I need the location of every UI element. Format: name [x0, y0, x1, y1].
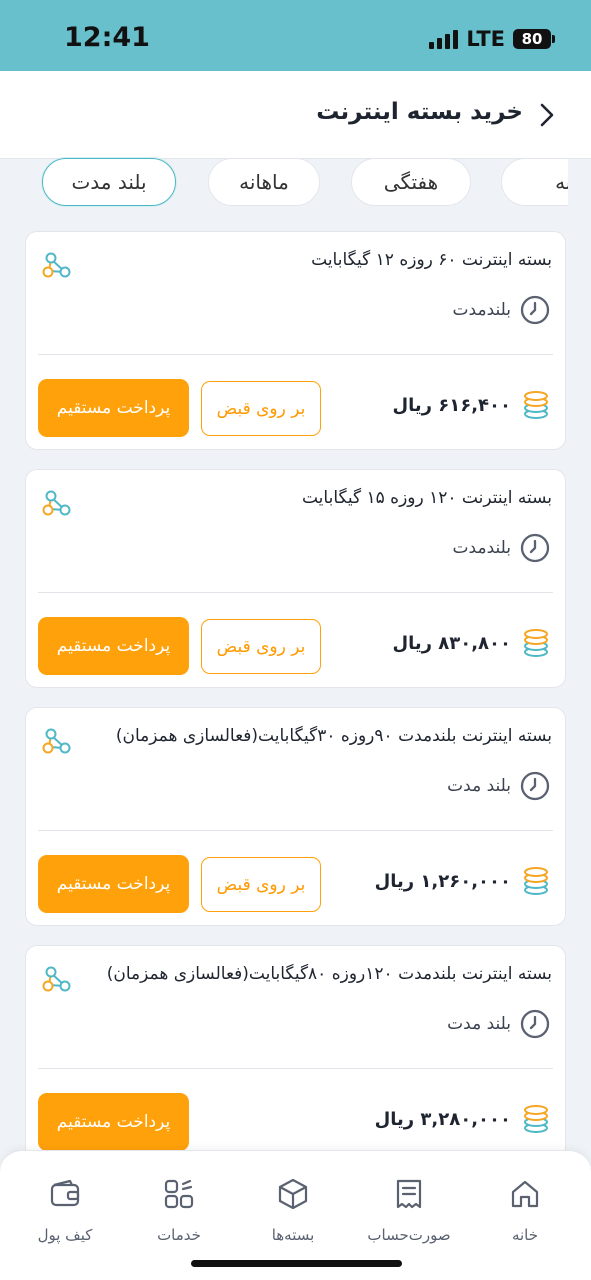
nav-label: خدمات: [157, 1226, 201, 1244]
home-icon: [511, 1180, 539, 1208]
pay-on-bill-button[interactable]: بر روی قبض: [201, 619, 321, 674]
chevron-right-icon: [540, 103, 554, 127]
price-label: ۱,۲۶۰,۰۰۰ ریال: [374, 870, 511, 892]
wallet-icon: [50, 1179, 80, 1207]
package-duration: بلند مدت: [447, 770, 551, 802]
package-card: بسته اینترنت ۱۲۰ روزه ۱۵ گیگابایت بلندمد…: [25, 469, 566, 688]
clock-icon: [520, 771, 550, 801]
nav-label: خانه: [511, 1226, 539, 1244]
direct-payment-button[interactable]: پرداخت مستقیم: [38, 855, 189, 913]
duration-label: بلندمدت: [452, 538, 511, 558]
tab-monthly[interactable]: ماهانه: [208, 158, 320, 206]
share-network-icon: [42, 966, 71, 992]
nav-label: بسته‌ها: [271, 1226, 315, 1244]
price-label: ۸۳۰,۸۰۰ ریال: [392, 632, 511, 654]
tab-weekly[interactable]: هفتگی: [351, 158, 471, 206]
nav-item-invoice[interactable]: صورت‌حساب: [354, 1177, 464, 1244]
coins-icon: [524, 629, 548, 657]
status-time: 12:41: [64, 22, 150, 53]
status-bar: 12:41 LTE 80: [0, 0, 591, 71]
invoice-icon: [396, 1179, 422, 1209]
divider: [38, 830, 553, 831]
package-price: ۱,۲۶۰,۰۰۰ ریال: [375, 866, 551, 896]
package-title: بسته اینترنت ۱۲۰ روزه ۱۵ گیگابایت: [301, 488, 552, 508]
package-duration: بلند مدت: [447, 1008, 551, 1040]
direct-payment-button[interactable]: پرداخت مستقیم: [38, 617, 189, 675]
share-network-icon: [42, 490, 71, 516]
back-button[interactable]: [533, 101, 561, 129]
battery-icon: 80: [513, 29, 555, 49]
clock-icon: [520, 533, 550, 563]
package-title: بسته اینترنت بلندمدت ۹۰روزه ۳۰گیگابایت(ف…: [115, 726, 552, 746]
divider: [38, 1068, 553, 1069]
services-grid-icon: [164, 1179, 194, 1209]
divider: [38, 354, 553, 355]
package-price: ۸۳۰,۸۰۰ ریال: [392, 628, 551, 658]
pay-on-bill-button[interactable]: بر روی قبض: [201, 381, 321, 436]
package-title: بسته اینترنت ۶۰ روزه ۱۲ گیگابایت: [311, 250, 552, 270]
coins-icon: [524, 1105, 548, 1133]
duration-label: بلند مدت: [447, 1014, 511, 1034]
divider: [38, 592, 553, 593]
share-network-icon: [42, 252, 71, 278]
coins-icon: [524, 391, 548, 419]
price-label: ۳,۲۸۰,۰۰۰ ریال: [374, 1108, 511, 1130]
battery-level: 80: [521, 30, 543, 48]
nav-item-wallet[interactable]: کیف پول: [10, 1177, 120, 1244]
clock-icon: [520, 1009, 550, 1039]
package-icon: [278, 1178, 308, 1210]
nav-label: صورت‌حساب: [367, 1226, 451, 1244]
package-price: ۶۱۶,۴۰۰ ریال: [392, 390, 551, 420]
direct-payment-button[interactable]: پرداخت مستقیم: [38, 1093, 189, 1151]
package-price: ۳,۲۸۰,۰۰۰ ریال: [375, 1104, 551, 1134]
tab-long-term[interactable]: بلند مدت: [42, 158, 176, 206]
nav-item-services[interactable]: خدمات: [124, 1177, 234, 1244]
package-card: بسته اینترنت بلندمدت ۹۰روزه ۳۰گیگابایت(ف…: [25, 707, 566, 926]
tab-daily[interactable]: روزانه: [501, 158, 568, 206]
pay-on-bill-button[interactable]: بر روی قبض: [201, 857, 321, 912]
package-duration: بلندمدت: [453, 294, 551, 326]
duration-tabs: بلند مدت ماهانه هفتگی روزانه: [24, 156, 568, 210]
duration-label: بلندمدت: [452, 300, 511, 320]
nav-item-packages[interactable]: بسته‌ها: [238, 1177, 348, 1244]
package-duration: بلندمدت: [453, 532, 551, 564]
package-card: بسته اینترنت بلندمدت ۱۲۰روزه ۸۰گیگابایت(…: [25, 945, 566, 1164]
status-indicators: LTE 80: [429, 27, 555, 51]
share-network-icon: [42, 728, 71, 754]
nav-item-home[interactable]: خانه: [470, 1177, 580, 1244]
direct-payment-button[interactable]: پرداخت مستقیم: [38, 379, 189, 437]
nav-label: کیف پول: [37, 1226, 93, 1244]
duration-label: بلند مدت: [447, 776, 511, 796]
network-type: LTE: [466, 27, 505, 51]
page-title: خرید بسته اینترنت: [316, 99, 523, 125]
coins-icon: [524, 867, 548, 895]
app-header: خرید بسته اینترنت: [0, 71, 591, 159]
signal-icon: [429, 29, 459, 49]
home-indicator: [191, 1260, 402, 1267]
clock-icon: [520, 295, 550, 325]
package-title: بسته اینترنت بلندمدت ۱۲۰روزه ۸۰گیگابایت(…: [106, 964, 552, 984]
price-label: ۶۱۶,۴۰۰ ریال: [392, 394, 511, 416]
package-card: بسته اینترنت ۶۰ روزه ۱۲ گیگابایت بلندمدت…: [25, 231, 566, 450]
